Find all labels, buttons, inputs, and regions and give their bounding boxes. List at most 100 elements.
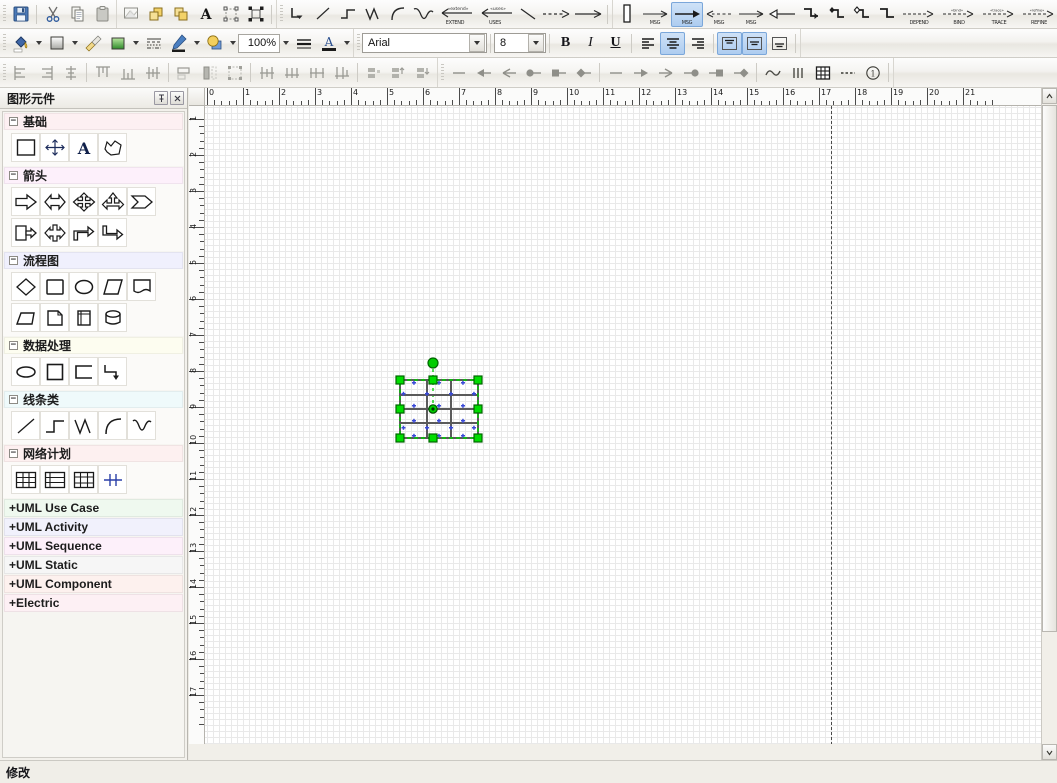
ungroup-button[interactable] <box>243 2 268 27</box>
gradient-dropdown[interactable] <box>130 31 141 56</box>
multi-line-button[interactable] <box>785 60 810 85</box>
brush-button[interactable] <box>80 31 105 56</box>
pen-button[interactable] <box>166 31 191 56</box>
start-arrow-square-button[interactable] <box>546 60 571 85</box>
toolbar-gripper-font[interactable] <box>355 29 362 57</box>
shape-data-parallelogram[interactable] <box>98 272 127 301</box>
start-arrow-open-button[interactable] <box>496 60 521 85</box>
curve-connector-tool[interactable] <box>410 2 435 27</box>
shape-arrow-bidirectional[interactable] <box>40 187 69 216</box>
shape-square-box[interactable] <box>40 357 69 386</box>
align-left-button[interactable] <box>635 32 660 55</box>
shape-terminator-ellipse[interactable] <box>69 272 98 301</box>
collapse-icon[interactable]: − <box>9 449 18 458</box>
net-grid-table[interactable] <box>69 465 98 494</box>
grid-toggle-button[interactable] <box>810 60 835 85</box>
end-arrow-none-button[interactable] <box>603 60 628 85</box>
expand-icon[interactable]: + <box>9 520 16 534</box>
zoom-value[interactable]: 100% <box>238 34 280 53</box>
shape-trapezoid[interactable] <box>11 303 40 332</box>
diagonal-line-tool[interactable] <box>515 2 540 27</box>
collapse-icon[interactable]: − <box>9 341 18 350</box>
start-arrow-circle-button[interactable] <box>521 60 546 85</box>
collapse-icon[interactable]: − <box>9 256 18 265</box>
dash-style-button[interactable] <box>835 60 860 85</box>
message-dashed-arrow-tool[interactable]: MSG <box>703 2 735 27</box>
message-arrow-tool[interactable]: MSG <box>639 2 671 27</box>
align-center-button[interactable] <box>660 32 685 55</box>
trace-relation-tool[interactable]: «trace» TRACE <box>979 2 1019 27</box>
font-size-dropdown-button[interactable] <box>528 34 544 52</box>
vertical-scrollbar[interactable] <box>1041 88 1057 760</box>
end-arrow-diamond-button[interactable] <box>728 60 753 85</box>
palette-group-header-basic[interactable]: − 基础 <box>4 113 183 130</box>
distribute-vertical-button[interactable] <box>279 60 304 85</box>
horizontal-ruler[interactable]: 0123456789101112131415161718192021 <box>205 88 1041 106</box>
refine-relation-tool[interactable]: «refine» REFINE <box>1019 2 1057 27</box>
expand-icon[interactable]: + <box>9 577 16 591</box>
shape-arrow-bent-up[interactable] <box>69 218 98 247</box>
elbow-plain-tool[interactable] <box>874 2 899 27</box>
number-marker-button[interactable]: 1 <box>860 60 885 85</box>
shape-process-box[interactable] <box>40 272 69 301</box>
line-weight-button[interactable] <box>291 31 316 56</box>
palette-category-uml-activity[interactable]: + UML Activity <box>4 518 183 536</box>
palette-category-uml-static[interactable]: + UML Static <box>4 556 183 574</box>
dashed-arrow-tool[interactable] <box>540 2 572 27</box>
layer-up-button[interactable] <box>386 60 411 85</box>
zoom-dropdown[interactable] <box>280 31 291 56</box>
step-connector-tool[interactable] <box>335 2 360 27</box>
align-objects-top-button[interactable] <box>90 60 115 85</box>
elbow-connector-tool[interactable] <box>285 2 310 27</box>
end-arrow-circle-button[interactable] <box>678 60 703 85</box>
shape-arrow-callout-right[interactable] <box>11 218 40 247</box>
line-style-button[interactable] <box>141 31 166 56</box>
layer-down-button[interactable] <box>411 60 436 85</box>
shadow-button[interactable] <box>202 31 227 56</box>
palette-category-electric[interactable]: + Electric <box>4 594 183 612</box>
send-to-back-button[interactable] <box>168 2 193 27</box>
same-width-button[interactable] <box>172 60 197 85</box>
palette-group-header-lines[interactable]: − 线条类 <box>4 391 183 408</box>
expand-icon[interactable]: + <box>9 539 16 553</box>
palette-group-header-network[interactable]: − 网络计划 <box>4 445 183 462</box>
palette-category-uml-component[interactable]: + UML Component <box>4 575 183 593</box>
shape-decision-diamond[interactable] <box>11 272 40 301</box>
same-height-button[interactable] <box>197 60 222 85</box>
zigzag-connector-tool[interactable] <box>360 2 385 27</box>
text-color-dropdown[interactable] <box>341 31 352 56</box>
fill-color-dropdown[interactable] <box>33 31 44 56</box>
palette-group-header-arrows[interactable]: − 箭头 <box>4 167 183 184</box>
pen-dropdown[interactable] <box>191 31 202 56</box>
group-button[interactable] <box>218 2 243 27</box>
shapes-palette[interactable]: − 基础 A <box>2 111 185 758</box>
line-arc[interactable] <box>98 411 127 440</box>
line-step[interactable] <box>40 411 69 440</box>
curve-line-button[interactable] <box>760 60 785 85</box>
bring-to-front-button[interactable] <box>143 2 168 27</box>
space-vertical-button[interactable] <box>329 60 354 85</box>
fill-style-button[interactable] <box>44 31 69 56</box>
align-right-button[interactable] <box>685 32 710 55</box>
shape-text[interactable]: A <box>69 133 98 162</box>
toolbar-gripper[interactable] <box>1 0 8 28</box>
palette-category-uml-sequence[interactable]: + UML Sequence <box>4 537 183 555</box>
italic-button[interactable]: I <box>578 32 603 55</box>
collapse-icon[interactable]: − <box>9 117 18 126</box>
align-objects-right-button[interactable] <box>33 60 58 85</box>
net-grid-6cell[interactable] <box>11 465 40 494</box>
font-family-dropdown-button[interactable] <box>469 34 485 52</box>
shape-elbow-arrow[interactable] <box>98 357 127 386</box>
text-tool-button[interactable]: A <box>193 2 218 27</box>
underline-button[interactable]: U <box>603 32 628 55</box>
toolbar-gripper-connectors[interactable] <box>278 0 285 28</box>
save-button[interactable] <box>8 2 33 27</box>
shape-open-bracket[interactable] <box>69 357 98 386</box>
hollow-arrow-tool[interactable] <box>767 2 799 27</box>
shape-page[interactable] <box>40 303 69 332</box>
scroll-up-button[interactable] <box>1042 88 1057 104</box>
arc-connector-tool[interactable] <box>385 2 410 27</box>
toolbar-gripper-style[interactable] <box>1 29 8 57</box>
shape-arrow-right[interactable] <box>11 187 40 216</box>
elbow-arrow-tool[interactable] <box>799 2 824 27</box>
